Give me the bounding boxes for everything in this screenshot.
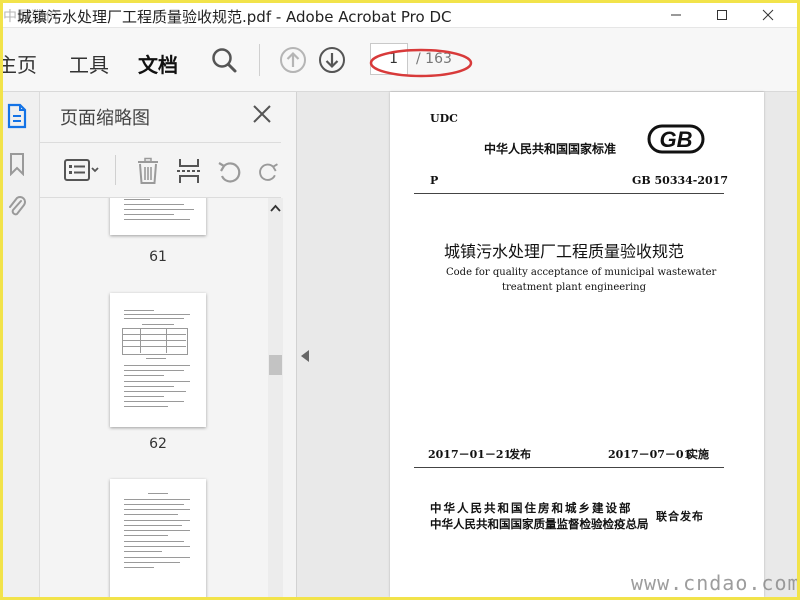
search-button[interactable]: [209, 45, 239, 75]
issue-label: 发布: [509, 448, 531, 461]
close-window-button[interactable]: [745, 3, 791, 27]
page-thumbnails-panel: 页面缩略图 61 62: [40, 92, 297, 597]
thumbnail-scrollbar[interactable]: [268, 198, 283, 597]
gb-logo-text: GB: [660, 127, 693, 152]
tab-tools[interactable]: 工具: [69, 49, 109, 78]
page-thumbnail[interactable]: [110, 479, 206, 597]
window-title: 城镇污水处理厂工程质量验收规范.pdf - Adobe Acrobat Pro …: [17, 8, 452, 26]
thumbnail-page-number: 61: [149, 249, 167, 265]
rotate-left-icon: [218, 162, 241, 183]
scrollbar-thumb[interactable]: [269, 355, 282, 375]
date-rule: [414, 467, 724, 468]
panel-title: 页面缩略图: [60, 108, 150, 129]
publisher-1: 中华人民共和国住房和城乡建设部: [430, 501, 633, 515]
thumbnail-page-number: 62: [149, 436, 167, 452]
standard-number: GB 50334-2017: [632, 174, 728, 187]
chevron-up-icon[interactable]: [270, 204, 281, 212]
issuer-line: 中华人民共和国国家标准: [484, 142, 617, 156]
close-icon: [762, 9, 774, 21]
rotate-right-icon: [259, 163, 278, 181]
document-title-cn: 城镇污水处理厂工程质量验收规范: [444, 242, 685, 261]
previous-page-button[interactable]: [279, 46, 307, 74]
tab-home[interactable]: 主页: [3, 49, 37, 78]
next-page-button[interactable]: [318, 46, 346, 74]
minimize-icon: [671, 14, 681, 16]
watermark-bottom-right: www.cndao.com: [631, 571, 800, 595]
bookmarks-button[interactable]: [3, 150, 31, 178]
paperclip-icon: [9, 196, 26, 216]
document-view: UDC 中华人民共和国国家标准 GB P GB 50334-2017 城镇污水处…: [297, 92, 797, 597]
insert-page-button[interactable]: [176, 157, 202, 185]
insert-page-icon: [177, 159, 201, 183]
header-rule: [414, 193, 724, 194]
document-title-en-line2: treatment plant engineering: [502, 282, 646, 293]
tab-document[interactable]: 文档: [138, 49, 178, 99]
pdf-page: UDC 中华人民共和国国家标准 GB P GB 50334-2017 城镇污水处…: [390, 92, 764, 597]
document-title-en-line1: Code for quality acceptance of municipal…: [446, 267, 717, 278]
maximize-button[interactable]: [699, 3, 745, 27]
options-list-icon: [64, 159, 99, 181]
effective-label: 实施: [687, 448, 709, 461]
trash-icon: [138, 157, 158, 184]
toolbar-divider: [259, 44, 260, 76]
title-bar: 中国造价 城镇污水处理厂工程质量验收规范.pdf - Adobe Acrobat…: [3, 3, 797, 28]
effective-date: 2017－07－01: [608, 448, 692, 461]
thumbnail-toolbar: [40, 142, 281, 198]
collapse-panel-icon[interactable]: [300, 349, 310, 363]
bookmark-icon: [10, 153, 24, 176]
thumbnail-list: 61 62: [40, 198, 267, 597]
page-icon: [7, 103, 27, 129]
close-icon: [253, 105, 271, 123]
close-panel-button[interactable]: [252, 104, 272, 124]
toolbar-divider: [115, 155, 116, 185]
page-thumbnail[interactable]: [110, 198, 206, 235]
udc-label: UDC: [430, 112, 458, 125]
minimize-button[interactable]: [653, 3, 699, 27]
delete-page-button[interactable]: [135, 157, 161, 185]
navigation-rail: [3, 92, 40, 597]
page-thumbnail[interactable]: [110, 293, 206, 427]
arrow-down-circle-icon: [319, 47, 345, 73]
attachments-button[interactable]: [3, 192, 31, 220]
arrow-up-circle-icon: [280, 47, 306, 73]
maximize-icon: [717, 10, 727, 20]
page-thumbnails-button[interactable]: [3, 102, 31, 130]
annotation-ellipse: [369, 48, 473, 78]
app-window: 中国造价 城镇污水处理厂工程质量验收规范.pdf - Adobe Acrobat…: [0, 0, 800, 600]
gb-logo: GB: [647, 124, 705, 154]
issue-date: 2017－01－21: [428, 448, 512, 461]
options-menu-button[interactable]: [62, 157, 102, 183]
rotate-right-button[interactable]: [256, 157, 280, 185]
window-controls: [653, 3, 791, 27]
joint-release-label: 联合发布: [656, 510, 704, 523]
category-label: P: [430, 174, 439, 187]
publisher-2: 中华人民共和国国家质量监督检验检疫总局: [430, 517, 649, 531]
search-icon: [212, 48, 237, 73]
rotate-left-button[interactable]: [216, 157, 244, 185]
